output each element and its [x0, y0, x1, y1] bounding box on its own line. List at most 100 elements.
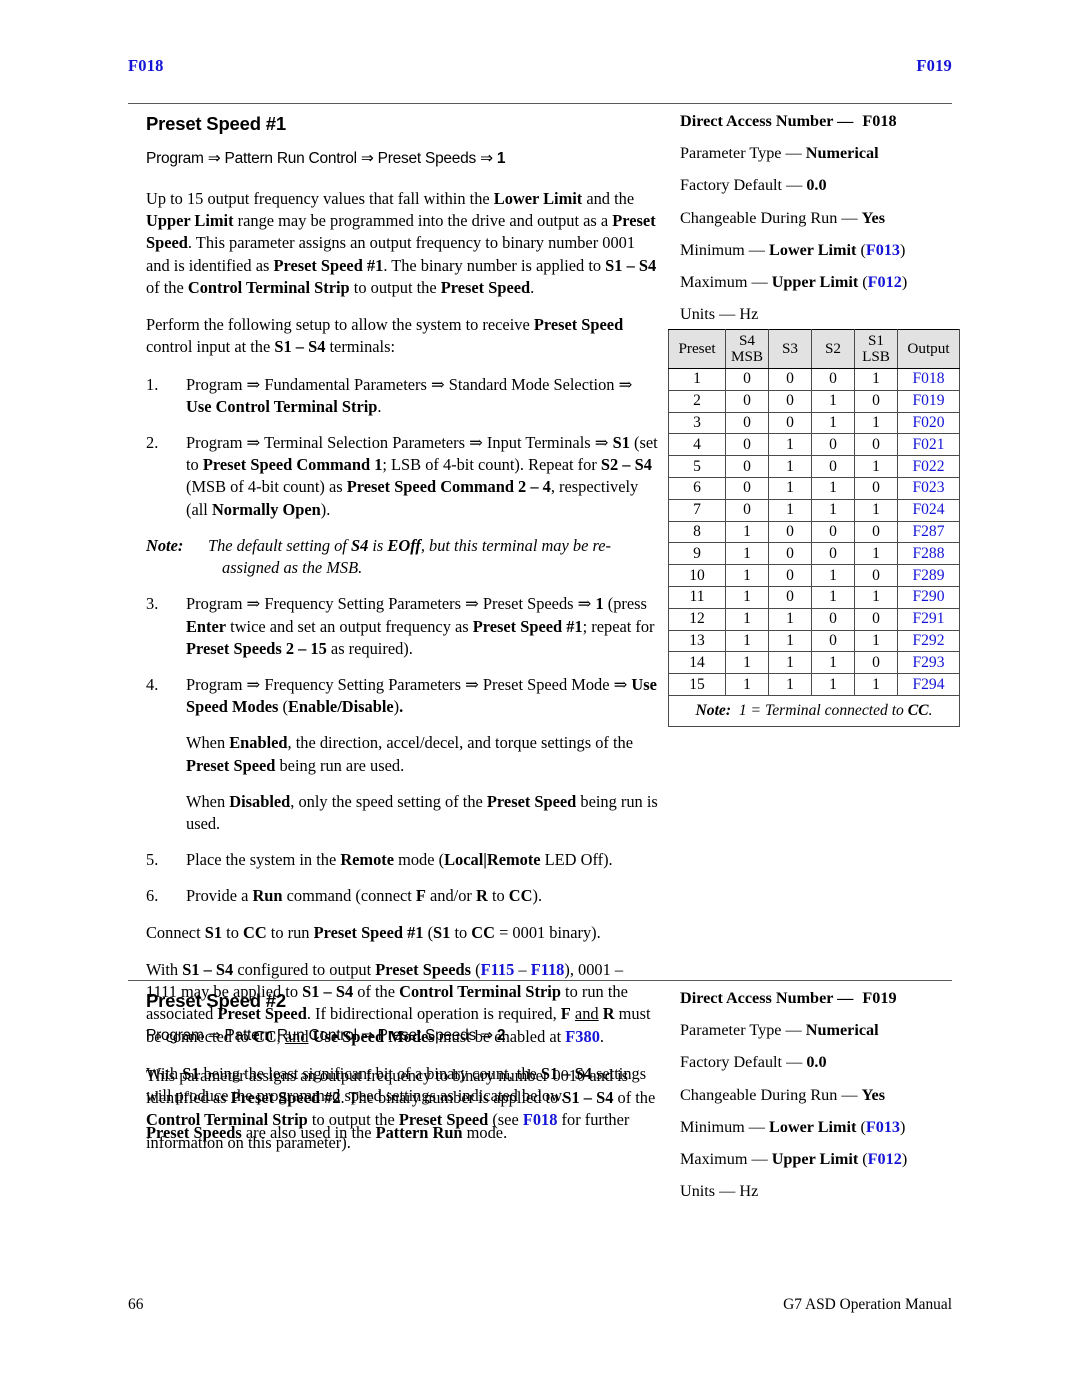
page-title: Preset Speed #1	[146, 113, 286, 134]
cell-s4: 0	[725, 498, 769, 522]
table-row: 12 1 1 0 0 F291	[668, 607, 960, 631]
cell-s2: 0	[811, 520, 855, 544]
inline-note-text: The default setting of S4 is EOff, but t…	[208, 535, 658, 579]
section-2-right-column: Direct Access Number — F019 Parameter Typ…	[658, 990, 952, 1199]
spec-2-maximum: Maximum — Upper Limit (F012)	[680, 1150, 908, 1169]
paragraph-setup-lead: Perform the following setup to allow the…	[146, 315, 624, 357]
reference-link-f013[interactable]: F013	[866, 241, 900, 259]
cell-s1: 1	[854, 368, 898, 391]
cell-output: F291	[897, 607, 960, 631]
cell-s2: 1	[811, 498, 855, 522]
setup-steps-list: 1. Program ⇒ Fundamental Parameters ⇒ St…	[146, 374, 658, 908]
table-footnote-label: Note:	[695, 701, 732, 719]
step-text: Program ⇒ Fundamental Parameters ⇒ Stand…	[186, 374, 633, 416]
page-footer: 66 G7 ASD Operation Manual	[128, 1296, 952, 1314]
spec-units: Units — Hz	[680, 306, 952, 322]
cell-s4: 0	[725, 476, 769, 500]
cell-s3: 0	[768, 585, 812, 609]
spec-value: 0.0	[806, 176, 827, 195]
cell-s1: 0	[854, 476, 898, 500]
spec-2-units: Units — Hz	[680, 1183, 952, 1199]
section-preset-speed-2: Preset Speed #2 Program ⇒ Pattern Run Co…	[128, 980, 952, 1199]
cell-preset: 15	[668, 673, 726, 696]
cell-s3: 0	[768, 389, 812, 413]
cell-preset: 4	[668, 433, 726, 457]
table-footnote-cell: Note: 1 = Terminal connected to CC.	[668, 694, 960, 727]
column-header-output: Output	[897, 329, 960, 369]
cell-s4: 1	[725, 629, 769, 653]
menu-path-1-prefix: Program ⇒ Pattern Run Control ⇒ Preset S…	[146, 150, 497, 167]
column-header-preset: Preset	[668, 329, 726, 369]
cell-s1: 0	[854, 389, 898, 413]
cell-s2: 1	[811, 673, 855, 696]
table-row: 8 1 0 0 0 F287	[668, 520, 960, 544]
cell-output: F019	[897, 389, 960, 413]
reference-link-f018[interactable]: F018	[523, 1110, 558, 1129]
spec-label: Changeable During Run —	[680, 1085, 858, 1104]
spec-label: Parameter Type —	[680, 1021, 802, 1040]
spec-value: Hz	[739, 305, 759, 324]
cell-s3: 1	[768, 673, 812, 696]
list-item: 3. Program ⇒ Frequency Setting Parameter…	[146, 593, 658, 660]
cell-s1: 1	[854, 673, 898, 696]
table-row: 6 0 1 1 0 F023	[668, 476, 960, 500]
cell-output: F024	[897, 498, 960, 522]
list-item: 4. Program ⇒ Frequency Setting Parameter…	[146, 674, 658, 718]
cell-output: F287	[897, 520, 960, 544]
cell-s2: 1	[811, 411, 855, 435]
cell-s4: 1	[725, 651, 769, 675]
cell-s4: 1	[725, 542, 769, 566]
table-footnote-text: 1 = Terminal connected to CC.	[738, 701, 933, 719]
spec-2-minimum: Minimum — Lower Limit (F013)	[680, 1117, 906, 1136]
reference-link-f013-b[interactable]: F013	[866, 1118, 900, 1136]
cell-s4: 0	[725, 411, 769, 435]
spec-value: Hz	[739, 1182, 759, 1201]
table-row: 3 0 0 1 1 F020	[668, 411, 960, 435]
step-number: 1.	[146, 374, 159, 394]
column-header-s3: S3	[768, 329, 812, 369]
reference-link-f012[interactable]: F012	[868, 273, 902, 291]
step-text: Place the system in the Remote mode (Loc…	[186, 850, 613, 870]
reference-link-f118: F118	[530, 959, 565, 979]
sub-paragraph-disabled: When Disabled, only the speed setting of…	[186, 791, 658, 834]
cell-s3: 1	[768, 651, 812, 675]
running-head-right: F019	[916, 56, 952, 75]
cell-s4: 0	[725, 389, 769, 413]
cell-s2: 0	[811, 433, 855, 457]
list-item: 2. Program ⇒ Terminal Selection Paramete…	[146, 432, 658, 521]
table-row: 1 0 0 0 1 F018	[668, 368, 960, 391]
spec-label: Minimum —	[680, 240, 765, 259]
cell-s2: 0	[811, 455, 855, 478]
cell-s4: 1	[725, 564, 769, 587]
cell-s4: 1	[725, 607, 769, 631]
spec-value: 0.0	[806, 1053, 827, 1072]
spec-factory-default: Factory Default — 0.0	[680, 177, 952, 193]
cell-preset: 6	[668, 476, 726, 500]
cell-s3: 1	[768, 455, 812, 478]
cell-s3: 0	[768, 368, 812, 391]
spec-value: F019	[862, 989, 897, 1007]
cell-output: F288	[897, 542, 960, 566]
cell-s1: 1	[854, 411, 898, 435]
cell-preset: 2	[668, 389, 726, 413]
spec-2-factory-default: Factory Default — 0.0	[680, 1054, 952, 1070]
spec-value: Yes	[861, 208, 886, 227]
cell-s3: 1	[768, 498, 812, 522]
cell-s3: 1	[768, 476, 812, 500]
cell-s1: 1	[854, 629, 898, 653]
reference-link-f115: F115	[480, 959, 515, 979]
section-2-left-column: Preset Speed #2 Program ⇒ Pattern Run Co…	[128, 990, 658, 1169]
cell-output: F294	[897, 673, 960, 696]
table-row: 13 1 1 0 1 F292	[668, 629, 960, 653]
cell-preset: 11	[668, 585, 726, 609]
menu-path-2-value: 2	[496, 1027, 506, 1044]
spec-2-direct-access-number: Direct Access Number — F019	[680, 990, 952, 1006]
paragraph-section-2: This parameter assigns an output frequen…	[146, 1066, 656, 1152]
cell-s1: 0	[854, 433, 898, 457]
spec-value: Upper Limit	[771, 1150, 859, 1169]
step-text: Program ⇒ Terminal Selection Parameters …	[186, 432, 658, 519]
cell-s1: 0	[854, 651, 898, 675]
spec-label: Factory Default —	[680, 1053, 803, 1072]
reference-link-f012-b[interactable]: F012	[868, 1150, 902, 1168]
spec-value: Lower Limit	[769, 240, 857, 259]
